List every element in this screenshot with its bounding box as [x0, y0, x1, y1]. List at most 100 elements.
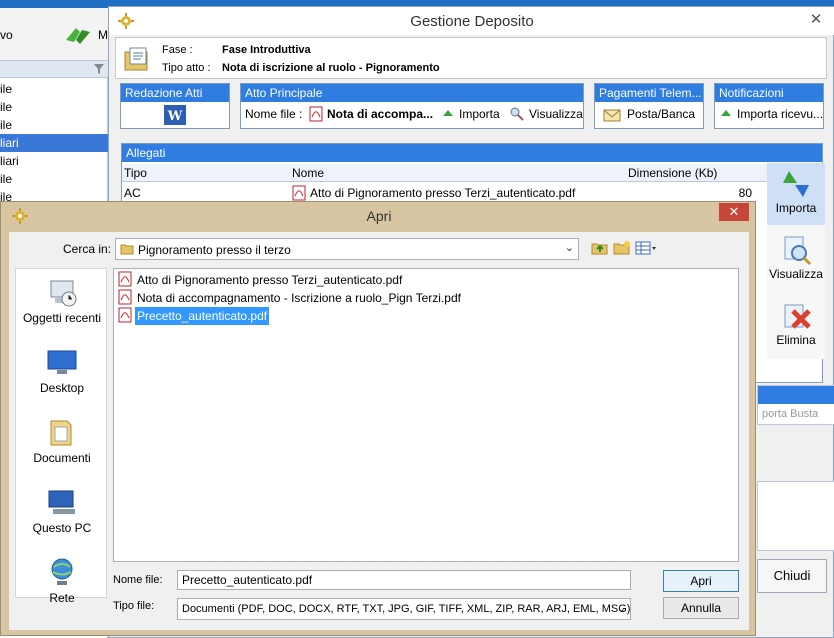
column-header-dimensione[interactable]: Dimensione (Kb)	[628, 166, 717, 180]
atto-principale-header: Atto Principale	[241, 84, 583, 102]
place-label: Rete	[49, 591, 75, 605]
place-questo-pc[interactable]: Questo PC	[16, 485, 108, 555]
refresh-arrows-icon[interactable]	[62, 22, 94, 50]
annulla-button[interactable]: Annulla	[663, 597, 739, 619]
import-arrows-icon	[783, 171, 809, 197]
list-item[interactable]: ile	[0, 80, 108, 98]
side-importa-label: Importa	[775, 201, 817, 215]
allegati-side-buttons: Importa Visualizza Elimina	[767, 163, 825, 359]
place-label: Documenti	[33, 451, 91, 465]
nome-file-value[interactable]: Nota di accompa...	[327, 107, 433, 121]
list-item[interactable]: ile	[0, 116, 108, 134]
place-oggetti-recenti[interactable]: Oggetti recenti	[16, 275, 108, 345]
list-item[interactable]: liari	[0, 152, 108, 170]
place-label: Desktop	[39, 381, 85, 395]
fase-value: Fase Introduttiva	[222, 44, 311, 56]
recent-items-icon	[50, 280, 77, 307]
background-toolbar: vo M	[0, 8, 108, 60]
phase-info-panel: Fase : Fase Introduttiva Tipo atto : Not…	[115, 37, 827, 79]
fase-label: Fase :	[162, 44, 193, 56]
side-visualizza-label: Visualizza	[769, 267, 823, 281]
import-arrow-icon[interactable]	[441, 107, 455, 121]
column-header-nome[interactable]: Nome	[292, 166, 324, 180]
gestione-title-bar: Gestione Deposito ✕	[109, 7, 834, 35]
filter-icon[interactable]	[94, 64, 104, 74]
list-item[interactable]: ile	[0, 98, 108, 116]
cerca-in-value: Pignoramento presso il terzo	[138, 243, 291, 257]
atto-principale-group: Atto Principale Nome file : Nota di acco…	[240, 83, 584, 129]
place-desktop[interactable]: Desktop	[16, 345, 108, 415]
allegati-header: Allegati	[122, 144, 822, 162]
chevron-down-icon: ⌄	[616, 603, 626, 615]
folder-icon	[120, 244, 134, 255]
filter-bar	[0, 60, 108, 78]
gestione-title: Gestione Deposito	[410, 13, 534, 30]
nome-file-label: Nome file:	[113, 574, 163, 586]
importa-busta-header	[758, 386, 834, 404]
side-importa-button[interactable]: Importa	[767, 163, 825, 225]
network-icon	[51, 558, 73, 585]
table-row[interactable]: AC Atto di Pignoramento presso Terzi_aut…	[122, 184, 768, 202]
column-header-tipo[interactable]: Tipo	[124, 166, 147, 180]
word-icon[interactable]: W	[163, 104, 187, 126]
new-folder-icon[interactable]	[613, 240, 631, 256]
apri-dialog: Apri ✕ Cerca in: Pignoramento presso il …	[0, 201, 756, 636]
cell-nome: Atto di Pignoramento presso Terzi_autent…	[310, 186, 576, 200]
chevron-down-icon: ⌄	[564, 242, 574, 254]
place-label: Oggetti recenti	[22, 311, 102, 325]
apri-close-button[interactable]: ✕	[719, 203, 749, 221]
pdf-file-icon	[309, 106, 323, 122]
importa-busta-panel: porta Busta	[757, 385, 834, 425]
redazione-atti-group: Redazione Atti W	[120, 83, 230, 129]
cerca-in-dropdown[interactable]: Pignoramento presso il terzo ⌄	[115, 238, 579, 260]
redazione-atti-header: Redazione Atti	[121, 84, 229, 102]
posta-banca-button[interactable]: Posta/Banca	[627, 107, 695, 121]
import-arrow-icon[interactable]	[719, 107, 733, 121]
list-item-selected[interactable]: liari	[0, 134, 108, 152]
svg-text:W: W	[167, 109, 183, 124]
file-name: Atto di Pignoramento presso Terzi_autent…	[137, 273, 403, 287]
place-documenti[interactable]: Documenti	[16, 415, 108, 485]
importa-ricevute-button[interactable]: Importa ricevu...	[737, 107, 823, 121]
side-visualizza-button[interactable]: Visualizza	[767, 229, 825, 291]
view-menu-icon[interactable]	[635, 240, 657, 256]
nome-file-input[interactable]	[177, 570, 631, 590]
allegati-table-header: Tipo Nome Dimensione (Kb)	[122, 164, 768, 182]
chiudi-button[interactable]: Chiudi	[757, 559, 827, 593]
apri-button[interactable]: Apri	[663, 570, 739, 592]
side-elimina-button[interactable]: Elimina	[767, 295, 825, 357]
cell-tipo: AC	[124, 186, 141, 200]
atto-importa-button[interactable]: Importa	[459, 107, 500, 121]
places-bar: Oggetti recenti Desktop Documenti Questo…	[15, 268, 108, 605]
tipo-atto-value: Nota di iscrizione al ruolo - Pignoramen…	[222, 62, 440, 74]
documents-folder-icon	[50, 420, 72, 446]
apri-title-bar: Apri ✕	[1, 202, 757, 230]
toolbar-label[interactable]: vo	[0, 28, 13, 42]
importa-busta-button[interactable]: porta Busta	[758, 404, 834, 420]
apri-title: Apri	[366, 208, 392, 224]
list-item[interactable]: ile	[0, 170, 108, 188]
place-label: Questo PC	[32, 521, 92, 535]
place-rete[interactable]: Rete	[16, 555, 108, 625]
toolbar-label-m[interactable]: M	[98, 28, 108, 42]
gestione-close-button[interactable]: ✕	[805, 9, 827, 31]
side-elimina-label: Elimina	[776, 333, 816, 347]
bottom-panel	[757, 481, 834, 551]
file-item[interactable]: Atto di Pignoramento presso Terzi_autent…	[118, 271, 404, 289]
atto-visualizza-button[interactable]: Visualizza	[529, 107, 583, 121]
file-item[interactable]: Nota di accompagnamento - Iscrizione a r…	[118, 289, 463, 307]
file-list[interactable]: Atto di Pignoramento presso Terzi_autent…	[113, 268, 739, 562]
tipo-file-dropdown[interactable]: Documenti (PDF, DOC, DOCX, RTF, TXT, JPG…	[177, 598, 631, 620]
file-item-selected[interactable]: Precetto_autenticato.pdf	[118, 306, 271, 326]
file-name: Nota di accompagnamento - Iscrizione a r…	[137, 291, 461, 305]
tipo-file-value: Documenti (PDF, DOC, DOCX, RTF, TXT, JPG…	[182, 603, 631, 615]
envelope-icon[interactable]	[603, 106, 621, 122]
pdf-file-icon	[118, 307, 132, 323]
magnifier-icon[interactable]	[509, 106, 525, 122]
document-folder-icon	[124, 47, 148, 71]
magnifier-icon	[784, 236, 812, 266]
cell-dimensione: 80	[738, 186, 752, 200]
desktop-icon	[47, 350, 77, 374]
up-folder-icon[interactable]	[591, 240, 609, 256]
notificazioni-group: Notificazioni Importa ricevu...	[714, 83, 824, 129]
